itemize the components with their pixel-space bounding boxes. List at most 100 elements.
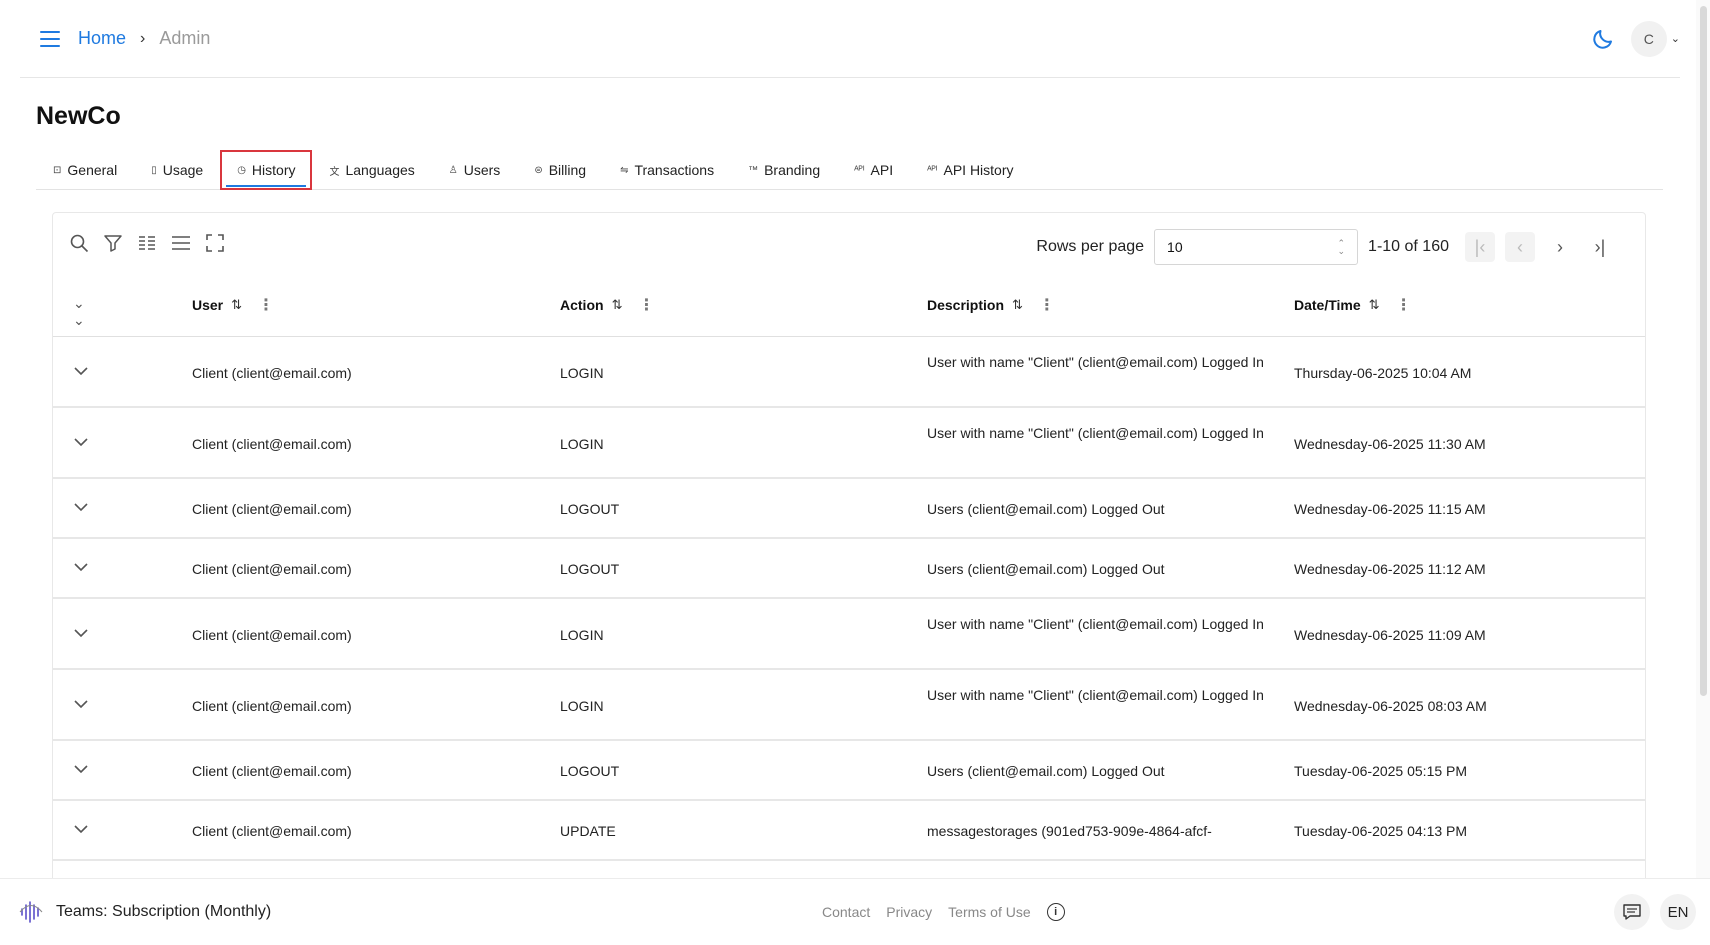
- cell-action: LOGOUT: [560, 501, 620, 517]
- column-menu-icon[interactable]: ⋮: [638, 295, 654, 315]
- history-table-card: Rows per page 10 ⌃ ⌄ 1-10 of 160 |‹ ‹ › ›…: [52, 212, 1646, 892]
- tab-users[interactable]: ♙ Users: [432, 150, 518, 190]
- column-menu-icon[interactable]: ⋮: [1039, 295, 1055, 315]
- tab-usage[interactable]: ▯ Usage: [134, 150, 220, 190]
- top-bar: Home › Admin C ⌄: [20, 0, 1680, 78]
- tab-label: History: [251, 162, 296, 178]
- language-button[interactable]: EN: [1660, 894, 1696, 930]
- cell-action: LOGIN: [560, 697, 604, 714]
- chevron-down-icon[interactable]: [73, 437, 89, 447]
- tab-label: API History: [943, 162, 1014, 178]
- last-page-button[interactable]: ›|: [1585, 232, 1615, 262]
- tab-icon: ▯: [151, 164, 157, 176]
- tab-bar: ⊡ General ▯ Usage ◷ History 文 Languages ♙ Users ⊜ B…: [36, 150, 1663, 190]
- chevron-down-icon[interactable]: [73, 628, 89, 638]
- table-row[interactable]: Client (client@email.com) LOGOUT Users (cl…: [53, 741, 1645, 801]
- table-header: ⌄ ⌄ User ⇅ ⋮ Action ⇅ ⋮ Description ⇅ ⋮ D…: [53, 275, 1645, 337]
- table-row[interactable]: Client (client@email.com) LOGIN User with …: [53, 408, 1645, 479]
- tab-transactions[interactable]: ⇋ Transactions: [603, 150, 731, 190]
- contact-link[interactable]: Contact: [822, 904, 870, 920]
- tab-billing[interactable]: ⊜ Billing: [517, 150, 603, 190]
- sort-icon[interactable]: ⇅: [612, 297, 623, 313]
- cell-action: LOGOUT: [560, 561, 620, 577]
- subscription-plan: Teams: Subscription (Monthly): [56, 903, 272, 920]
- moon-icon[interactable]: [1591, 27, 1615, 51]
- chevron-down-icon[interactable]: [73, 562, 89, 572]
- chat-icon[interactable]: [1614, 894, 1650, 930]
- cell-description: User with name "Client" (client@email.co…: [927, 686, 1264, 703]
- cell-datetime: Wednesday-06-2025 08:03 AM: [1294, 697, 1487, 714]
- rows-per-page-select[interactable]: 10 ⌃ ⌄: [1154, 229, 1359, 265]
- user-menu[interactable]: C ⌄: [1630, 20, 1680, 57]
- column-label-action: Action: [560, 297, 604, 313]
- cell-description: Users (client@email.com) Logged Out: [927, 763, 1165, 779]
- topbar-actions: C ⌄: [1591, 20, 1680, 57]
- tab-icon: ™: [748, 164, 759, 176]
- sort-icon[interactable]: ⇅: [231, 297, 242, 313]
- chevron-down-icon[interactable]: ⌄: [1671, 32, 1680, 45]
- cell-datetime: Tuesday-06-2025 04:13 PM: [1294, 823, 1468, 839]
- chevron-down-icon[interactable]: [73, 824, 89, 834]
- cell-datetime: Wednesday-06-2025 11:15 AM: [1294, 501, 1486, 517]
- cell-datetime: Wednesday-06-2025 11:12 AM: [1294, 561, 1486, 577]
- table-row[interactable]: Client (client@email.com) LOGIN User with …: [53, 599, 1645, 670]
- columns-icon[interactable]: [137, 233, 157, 253]
- cell-user: Client (client@email.com): [192, 364, 352, 381]
- chevron-down-icon[interactable]: [73, 699, 89, 709]
- table-row[interactable]: Client (client@email.com) LOGOUT Users (cl…: [53, 539, 1645, 599]
- breadcrumb-separator: ›: [140, 29, 146, 47]
- table-row[interactable]: Client (client@email.com) LOGOUT Users (cl…: [53, 479, 1645, 539]
- cell-user: Client (client@email.com): [192, 697, 352, 714]
- column-header-action[interactable]: Action ⇅ ⋮: [560, 295, 654, 315]
- column-header-description[interactable]: Description ⇅ ⋮: [927, 295, 1055, 315]
- page-range: 1-10 of 160: [1368, 238, 1449, 255]
- cell-datetime: Tuesday-06-2025 05:15 PM: [1294, 763, 1468, 779]
- terms-link[interactable]: Terms of Use: [948, 904, 1030, 920]
- column-menu-icon[interactable]: ⋮: [258, 295, 274, 315]
- filter-icon[interactable]: [103, 233, 123, 253]
- tab-history[interactable]: ◷ History: [220, 150, 313, 190]
- tab-api[interactable]: ᴬᴾᴵ API: [837, 150, 910, 190]
- fullscreen-icon[interactable]: [205, 233, 225, 253]
- cell-action: LOGIN: [560, 435, 604, 452]
- tab-icon: ◷: [237, 164, 246, 176]
- chevron-down-icon[interactable]: [73, 764, 89, 774]
- next-page-button[interactable]: ›: [1545, 232, 1575, 262]
- avatar[interactable]: C: [1630, 20, 1667, 57]
- table-row[interactable]: Client (client@email.com) LOGIN User with …: [53, 337, 1645, 408]
- column-header-datetime[interactable]: Date/Time ⇅ ⋮: [1294, 295, 1412, 315]
- menu-icon[interactable]: [40, 30, 60, 47]
- table-row[interactable]: Client (client@email.com) UPDATE messagest…: [53, 801, 1645, 861]
- sort-icon[interactable]: ⇅: [1369, 297, 1380, 313]
- previous-page-button[interactable]: ‹: [1505, 232, 1535, 262]
- tab-label: Languages: [345, 162, 415, 178]
- tab-languages[interactable]: 文 Languages: [312, 150, 431, 190]
- tab-label: General: [67, 162, 118, 178]
- breadcrumb-home[interactable]: Home: [78, 28, 126, 49]
- density-icon[interactable]: [171, 233, 191, 253]
- cell-description: User with name "Client" (client@email.co…: [927, 615, 1264, 632]
- cell-action: LOGIN: [560, 626, 604, 643]
- table-row[interactable]: Client (client@email.com) LOGIN User with …: [53, 670, 1645, 741]
- column-label-datetime: Date/Time: [1294, 297, 1361, 313]
- chevron-down-icon[interactable]: [73, 502, 89, 512]
- cell-description: Users (client@email.com) Logged Out: [927, 561, 1165, 577]
- tab-icon: ⊡: [53, 164, 62, 176]
- info-icon[interactable]: i: [1046, 903, 1065, 921]
- search-icon[interactable]: [69, 233, 89, 253]
- privacy-link[interactable]: Privacy: [886, 904, 932, 920]
- expand-all-icon[interactable]: ⌄ ⌄: [73, 295, 85, 329]
- tab-branding[interactable]: ™ Branding: [731, 150, 837, 190]
- column-header-user[interactable]: User ⇅ ⋮: [192, 295, 274, 315]
- sort-icon[interactable]: ⇅: [1012, 297, 1023, 313]
- cell-user: Client (client@email.com): [192, 501, 352, 517]
- column-menu-icon[interactable]: ⋮: [1396, 295, 1412, 315]
- chevron-down-icon[interactable]: [73, 366, 89, 376]
- scrollbar-thumb[interactable]: [1700, 6, 1707, 696]
- first-page-button[interactable]: |‹: [1465, 232, 1495, 262]
- page-scrollbar[interactable]: [1696, 0, 1710, 878]
- tab-general[interactable]: ⊡ General: [36, 150, 134, 190]
- rows-per-page-label: Rows per page: [1036, 238, 1145, 255]
- tab-api-history[interactable]: ᴬᴾᴵ API History: [910, 150, 1030, 190]
- tab-label: Usage: [162, 162, 204, 178]
